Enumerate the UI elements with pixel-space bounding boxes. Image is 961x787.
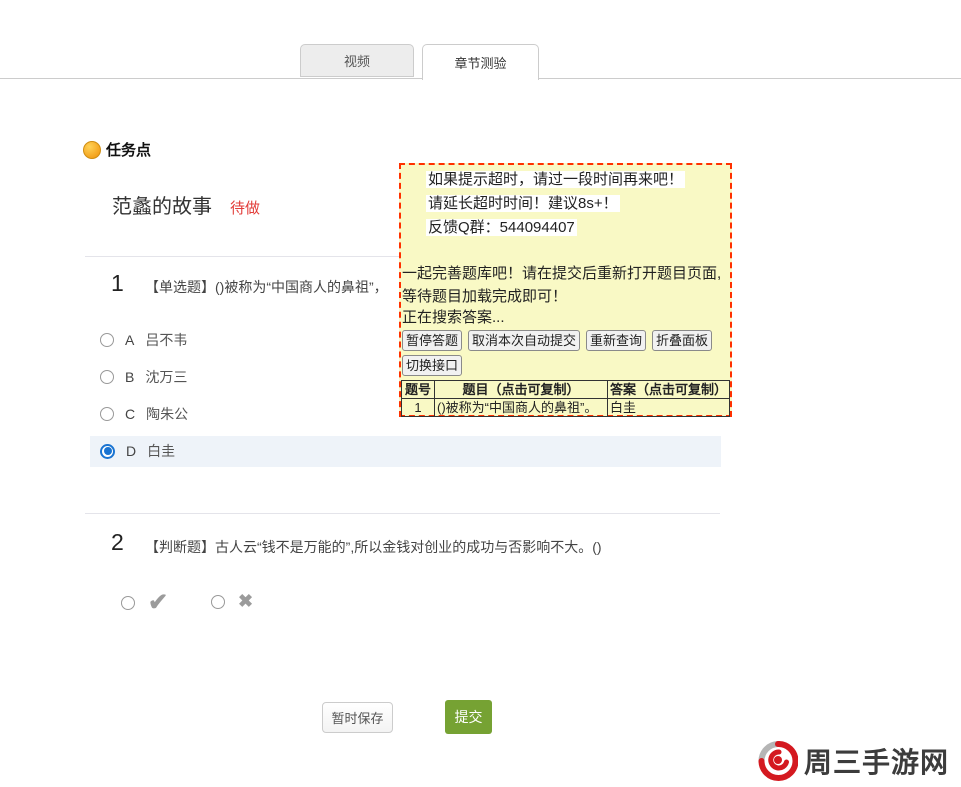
option-c[interactable]: C 陶朱公 bbox=[100, 404, 188, 424]
tab-video-label: 视频 bbox=[344, 51, 370, 70]
task-point-label: 任务点 bbox=[106, 139, 151, 160]
radio-unselected-icon[interactable] bbox=[100, 407, 114, 421]
option-d-text: 白圭 bbox=[147, 441, 175, 461]
selected-option-highlight bbox=[90, 436, 721, 467]
option-d-letter: D bbox=[126, 443, 136, 459]
tab-chapter-quiz[interactable]: 章节测验 bbox=[422, 44, 539, 80]
header-question-number: 题号 bbox=[402, 381, 435, 399]
cell-question-number: 1 bbox=[402, 399, 435, 417]
radio-selected-icon[interactable] bbox=[100, 444, 115, 459]
swirl-logo-icon bbox=[758, 741, 798, 781]
option-c-text: 陶朱公 bbox=[146, 404, 188, 424]
site-watermark: 周三手游网 bbox=[758, 741, 949, 781]
extend-timeout-text: 请延长超时时间！建议8s+！ bbox=[426, 195, 620, 212]
submit-button[interactable]: 提交 bbox=[445, 700, 492, 734]
check-icon: ✔ bbox=[148, 588, 168, 617]
table-row: 1 ()被称为“中国商人的鼻祖”。 白圭 bbox=[402, 399, 730, 417]
helper-message: 请延长超时时间！建议8s+！ bbox=[426, 192, 730, 216]
option-a-letter: A bbox=[125, 332, 134, 348]
answers-table-header-row: 题号 题目（点击可复制） 答案（点击可复制） bbox=[402, 381, 730, 399]
helper-message: 如果提示超时，请过一段时间再来吧！ bbox=[426, 168, 730, 192]
task-point: 任务点 bbox=[83, 139, 151, 160]
radio-unselected-icon[interactable] bbox=[211, 595, 225, 609]
option-c-letter: C bbox=[125, 406, 135, 422]
option-b-letter: B bbox=[125, 369, 134, 385]
helper-messages: 如果提示超时，请过一段时间再来吧！ 请延长超时时间！建议8s+！ 反馈Q群：54… bbox=[426, 168, 730, 240]
option-d[interactable]: D 白圭 bbox=[100, 441, 175, 461]
save-temporarily-button[interactable]: 暂时保存 bbox=[322, 702, 393, 733]
helper-button-row: 暂停答题 取消本次自动提交 重新查询 折叠面板 切换接口 bbox=[402, 330, 724, 376]
quiz-page: 视频 章节测验 任务点 范蠡的故事 待做 1 【单选题】()被称为“中国商人的鼻… bbox=[0, 0, 961, 787]
radio-unselected-icon[interactable] bbox=[100, 370, 114, 384]
cancel-auto-submit-button[interactable]: 取消本次自动提交 bbox=[468, 330, 580, 351]
cell-question-text[interactable]: ()被称为“中国商人的鼻祖”。 bbox=[435, 399, 608, 417]
judge-option-true[interactable]: ✔ bbox=[121, 588, 168, 617]
option-a-text: 吕不韦 bbox=[145, 330, 187, 350]
option-b[interactable]: B 沈万三 bbox=[100, 367, 187, 387]
judge-option-false[interactable]: ✖ bbox=[211, 591, 253, 612]
helper-message: 反馈Q群：544094407 bbox=[426, 216, 730, 240]
cross-icon: ✖ bbox=[238, 591, 253, 612]
cell-answer-text[interactable]: 白圭 bbox=[608, 399, 730, 417]
switch-api-button[interactable]: 切换接口 bbox=[402, 355, 462, 376]
radio-unselected-icon[interactable] bbox=[100, 333, 114, 347]
pause-answering-button[interactable]: 暂停答题 bbox=[402, 330, 462, 351]
requery-button[interactable]: 重新查询 bbox=[586, 330, 646, 351]
question-2-stem: 【判断题】古人云“钱不是万能的”,所以金钱对创业的成功与否影响不大。() bbox=[145, 537, 602, 557]
status-badge: 待做 bbox=[230, 197, 260, 218]
timeout-hint-text: 如果提示超时，请过一段时间再来吧！ bbox=[426, 171, 685, 188]
question-bank-info-text: 一起完善题库吧！请在提交后重新打开题目页面,等待题目加载完成即可！ bbox=[402, 262, 730, 308]
answers-table: 题号 题目（点击可复制） 答案（点击可复制） 1 ()被称为“中国商人的鼻祖”。… bbox=[401, 380, 730, 417]
answer-helper-panel: 如果提示超时，请过一段时间再来吧！ 请延长超时时间！建议8s+！ 反馈Q群：54… bbox=[399, 163, 732, 417]
task-point-icon bbox=[83, 141, 101, 159]
header-answer-text: 答案（点击可复制） bbox=[608, 381, 730, 399]
feedback-qq-group-text: 反馈Q群：544094407 bbox=[426, 219, 577, 236]
question-1-stem: 【单选题】()被称为“中国商人的鼻祖”， bbox=[145, 277, 388, 297]
option-b-text: 沈万三 bbox=[145, 367, 187, 387]
tab-video[interactable]: 视频 bbox=[300, 44, 414, 77]
watermark-text: 周三手游网 bbox=[804, 741, 949, 781]
question-2-number: 2 bbox=[111, 529, 124, 556]
tab-chapter-quiz-label: 章节测验 bbox=[454, 53, 506, 72]
radio-unselected-icon[interactable] bbox=[121, 596, 135, 610]
search-status-text: 正在搜索答案... bbox=[402, 308, 730, 327]
question-1-number: 1 bbox=[111, 270, 124, 297]
header-question-text: 题目（点击可复制） bbox=[435, 381, 608, 399]
collapse-panel-button[interactable]: 折叠面板 bbox=[652, 330, 712, 351]
divider bbox=[85, 513, 720, 514]
quiz-title: 范蠡的故事 bbox=[112, 190, 212, 219]
option-a[interactable]: A 吕不韦 bbox=[100, 330, 187, 350]
quiz-title-row: 范蠡的故事 待做 bbox=[112, 190, 260, 219]
